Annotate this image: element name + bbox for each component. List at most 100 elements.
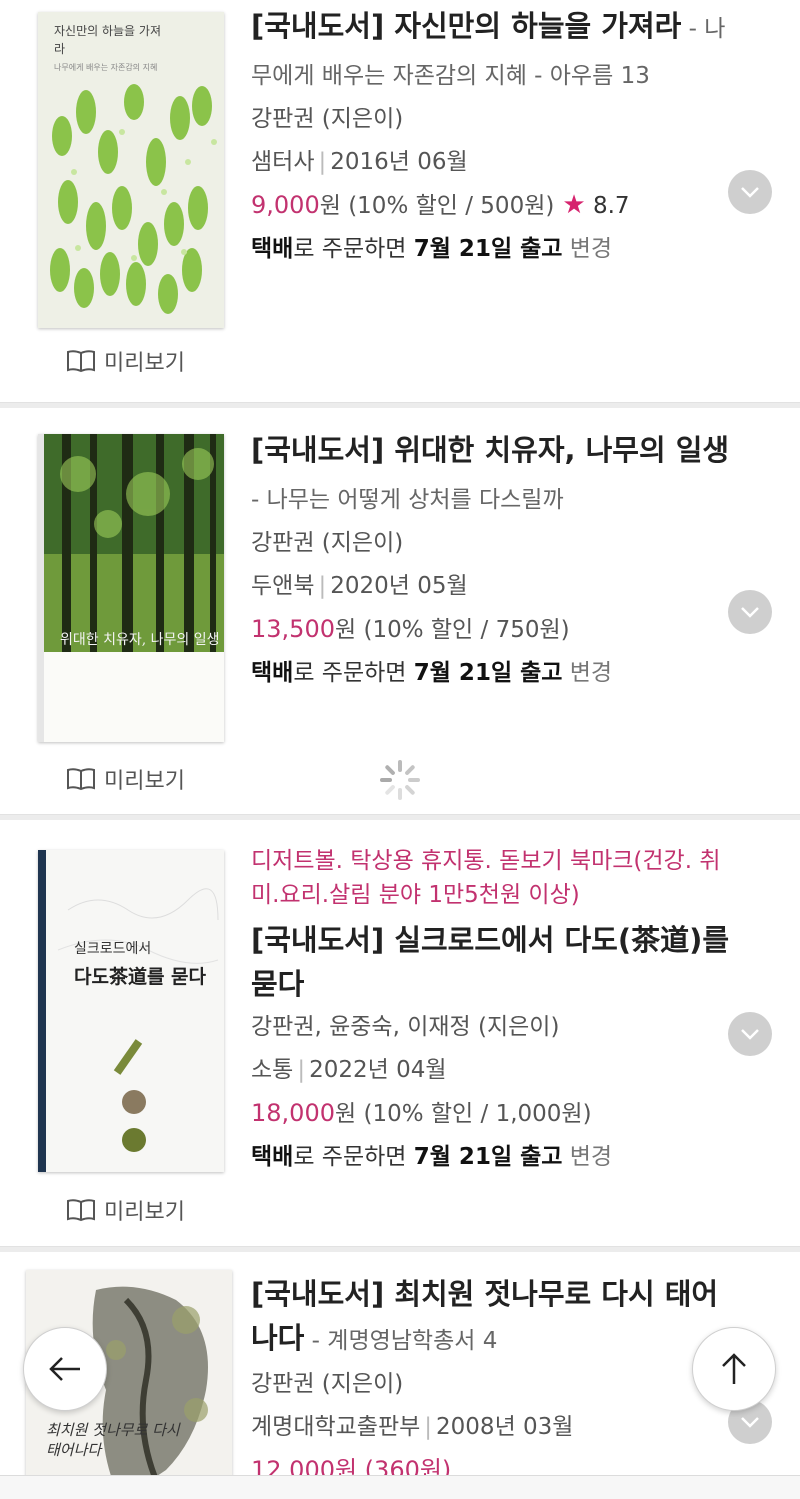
book-subtitle: - 나무는 어떻게 상처를 다스릴까 bbox=[251, 487, 564, 513]
book-title-2[interactable]: [국내도서] 위대한 치유자, 나무의 일생 - 나무는 어떻게 상처를 다스릴… bbox=[251, 428, 731, 522]
price-line-2: 13,500원 (10% 할인 / 750원) bbox=[251, 608, 731, 652]
author-name[interactable]: 강판권 bbox=[251, 1371, 314, 1397]
delivery-date: 7월 21일 출고 bbox=[413, 236, 563, 262]
author-name[interactable]: 강판권, 윤중숙, 이재정 bbox=[251, 1014, 471, 1040]
promo-text[interactable]: 디저트볼. 탁상용 휴지통. 돋보기 북마크(건강. 취미.요리.살림 분야 1… bbox=[251, 844, 731, 912]
book-subtitle: - 계명영남학총서 4 bbox=[304, 1328, 498, 1354]
book-cover-title-4: 최치원 젓나무로 다시 태어나다 bbox=[46, 1421, 180, 1459]
publish-date: 2016년 06월 bbox=[330, 149, 468, 175]
delivery-date: 7월 21일 출고 bbox=[413, 660, 563, 686]
publisher-name[interactable]: 계명대학교출판부 bbox=[251, 1414, 420, 1440]
arrow-left-icon bbox=[49, 1357, 80, 1381]
book-cover-title-3a: 실크로드에서 bbox=[74, 941, 152, 957]
expand-button-3[interactable] bbox=[728, 1012, 772, 1056]
book-title-4[interactable]: [국내도서] 최치원 젓나무로 다시 태어나다 - 계명영남학총서 4 bbox=[251, 1272, 731, 1363]
book-item-4: 최치원 젓나무로 다시 태어나다 [국내도서] 최치원 젓나무로 다시 태어나다… bbox=[0, 1252, 800, 1475]
sale-price-partial: 12,000원 (360원) bbox=[251, 1456, 452, 1475]
book-cover-2[interactable]: 위대한 치유자, 나무의 일생 bbox=[38, 434, 224, 742]
author-line-4: 강판권 (지은이) bbox=[251, 1363, 731, 1406]
delivery-method: 택배 bbox=[251, 236, 294, 262]
preview-button-2[interactable]: 미리보기 bbox=[66, 763, 185, 795]
publisher-name[interactable]: 소통 bbox=[251, 1057, 293, 1083]
author-name[interactable]: 강판권 bbox=[251, 530, 314, 556]
book-info-3: 디저트볼. 탁상용 휴지통. 돋보기 북마크(건강. 취미.요리.살림 분야 1… bbox=[251, 844, 731, 1179]
price-unit: 원 bbox=[334, 1101, 357, 1127]
scroll-top-button[interactable] bbox=[692, 1327, 776, 1411]
book-info-1: [국내도서] 자신만의 하늘을 가져라 - 나무에게 배우는 자존감의 지혜 -… bbox=[251, 4, 731, 271]
price-unit: 원 bbox=[319, 193, 341, 219]
star-icon: ★ bbox=[562, 190, 586, 220]
book-cover-art-2 bbox=[38, 434, 224, 742]
author-line-2: 강판권 (지은이) bbox=[251, 522, 731, 565]
price-line-3: 18,000원 (10% 할인 / 1,000원) bbox=[251, 1092, 731, 1136]
author-role: (지은이) bbox=[478, 1014, 560, 1040]
book-title-main: [국내도서] 실크로드에서 다도(茶道)를 묻다 bbox=[251, 923, 730, 1001]
delivery-line-3: 택배로 주문하면 7월 21일 출고 변경 bbox=[251, 1136, 731, 1179]
publisher-line-4: 계명대학교출판부 | 2008년 03월 bbox=[251, 1414, 574, 1440]
chevron-down-icon bbox=[741, 187, 759, 198]
rating-value: 8.7 bbox=[592, 193, 630, 219]
open-book-icon bbox=[67, 1199, 95, 1222]
discount-info: (10% 할인 / 750원) bbox=[363, 617, 570, 643]
sale-price: 9,000 bbox=[251, 191, 320, 219]
expand-button-2[interactable] bbox=[728, 590, 772, 634]
open-book-icon bbox=[67, 350, 95, 373]
sale-price: 18,000 bbox=[251, 1099, 335, 1127]
author-role: (지은이) bbox=[321, 530, 404, 556]
publish-date: 2020년 05월 bbox=[330, 573, 468, 599]
publisher-line-1: 샘터사 | 2016년 06월 bbox=[251, 149, 468, 175]
publisher-name[interactable]: 두앤북 bbox=[251, 573, 314, 599]
book-cover-title-2: 위대한 치유자, 나무의 일생 bbox=[60, 632, 220, 648]
discount-info: (10% 할인 / 1,000원) bbox=[363, 1101, 592, 1127]
delivery-method: 택배 bbox=[251, 1144, 294, 1170]
back-button[interactable] bbox=[23, 1327, 107, 1411]
publisher-line-3: 소통 | 2022년 04월 bbox=[251, 1057, 447, 1083]
book-item-1: 자신만의 하늘을 가져라 나무에게 배우는 자존감의 지혜 미리보기 [국내도서… bbox=[0, 0, 800, 402]
book-cover-art-3 bbox=[38, 850, 224, 1172]
publisher-line-2: 두앤북 | 2020년 05월 bbox=[251, 573, 468, 599]
delivery-text: 로 주문하면 bbox=[293, 236, 414, 262]
book-info-2: [국내도서] 위대한 치유자, 나무의 일생 - 나무는 어떻게 상처를 다스릴… bbox=[251, 428, 731, 695]
book-title-main: [국내도서] 자신만의 하늘을 가져라 bbox=[251, 9, 682, 43]
book-cover-title-3b: 다도茶道를 묻다 bbox=[74, 966, 207, 988]
book-title-1[interactable]: [국내도서] 자신만의 하늘을 가져라 - 나무에게 배우는 자존감의 지혜 -… bbox=[251, 4, 731, 98]
delivery-line-2: 택배로 주문하면 7월 21일 출고 변경 bbox=[251, 652, 731, 695]
book-cover-3[interactable]: 실크로드에서 다도茶道를 묻다 bbox=[38, 850, 224, 1172]
discount-info: (10% 할인 / 500원) bbox=[348, 193, 555, 219]
price-line-4: 12,000원 (360원) bbox=[251, 1449, 731, 1475]
preview-label: 미리보기 bbox=[104, 1200, 185, 1225]
delivery-line-1: 택배로 주문하면 7월 21일 출고 변경 bbox=[251, 228, 731, 271]
delivery-change-link[interactable]: 변경 bbox=[570, 236, 612, 262]
open-book-icon bbox=[67, 768, 95, 791]
publish-date: 2022년 04월 bbox=[309, 1057, 447, 1083]
author-role: (지은이) bbox=[321, 1371, 404, 1397]
delivery-change-link[interactable]: 변경 bbox=[570, 660, 612, 686]
delivery-change-link[interactable]: 변경 bbox=[570, 1144, 612, 1170]
book-info-4: [국내도서] 최치원 젓나무로 다시 태어나다 - 계명영남학총서 4 강판권 … bbox=[251, 1272, 731, 1475]
chevron-down-icon bbox=[741, 607, 759, 618]
preview-label: 미리보기 bbox=[104, 351, 185, 376]
bottom-bar bbox=[0, 1475, 800, 1499]
book-cover-title-1: 자신만의 하늘을 가져라 bbox=[54, 24, 161, 56]
author-line-3: 강판권, 윤중숙, 이재정 (지은이) bbox=[251, 1006, 731, 1049]
publish-date: 2008년 03월 bbox=[436, 1414, 574, 1440]
book-title-main: [국내도서] 위대한 치유자, 나무의 일생 bbox=[251, 433, 730, 467]
preview-button-3[interactable]: 미리보기 bbox=[66, 1194, 185, 1226]
book-cover-subtitle-1: 나무에게 배우는 자존감의 지혜 bbox=[54, 63, 158, 72]
author-name[interactable]: 강판권 bbox=[251, 106, 314, 132]
book-cover-1[interactable]: 자신만의 하늘을 가져라 나무에게 배우는 자존감의 지혜 bbox=[38, 12, 224, 328]
author-line-1: 강판권 (지은이) bbox=[251, 98, 731, 141]
author-role: (지은이) bbox=[321, 106, 404, 132]
delivery-text: 로 주문하면 bbox=[293, 660, 414, 686]
book-item-2: 위대한 치유자, 나무의 일생 미리보기 [국내도서] 위대한 치유자, 나무의… bbox=[0, 408, 800, 814]
price-unit: 원 bbox=[334, 617, 357, 643]
delivery-date: 7월 21일 출고 bbox=[413, 1144, 563, 1170]
preview-button-1[interactable]: 미리보기 bbox=[66, 345, 185, 377]
preview-label: 미리보기 bbox=[104, 769, 185, 794]
book-title-3[interactable]: [국내도서] 실크로드에서 다도(茶道)를 묻다 bbox=[251, 918, 731, 1006]
publisher-name[interactable]: 샘터사 bbox=[251, 149, 314, 175]
expand-button-1[interactable] bbox=[728, 170, 772, 214]
chevron-down-icon bbox=[741, 1029, 759, 1040]
book-cover-art-1 bbox=[38, 12, 224, 328]
sale-price: 13,500 bbox=[251, 615, 335, 643]
